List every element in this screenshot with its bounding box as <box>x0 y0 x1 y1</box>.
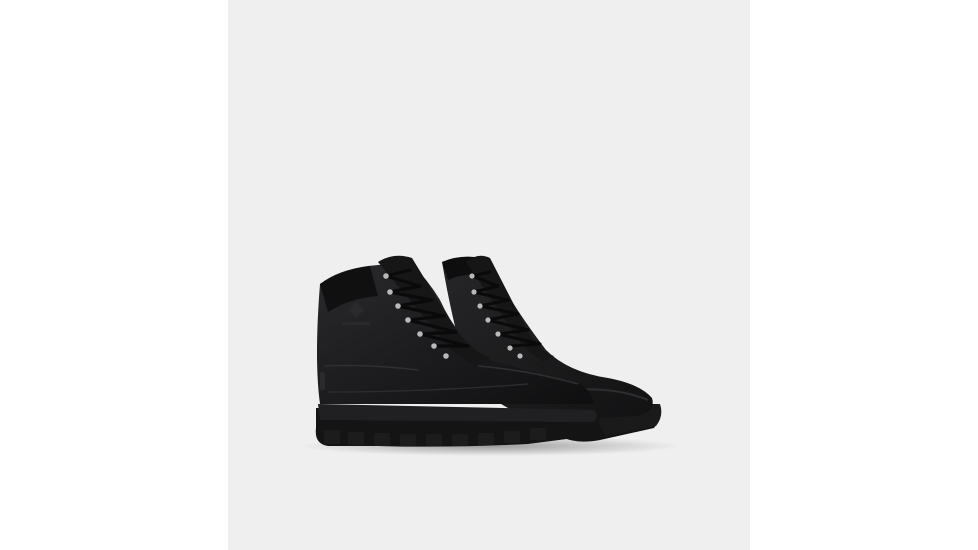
product-panel <box>228 0 750 550</box>
boots-product-image <box>300 255 680 456</box>
image-canvas <box>0 0 978 550</box>
